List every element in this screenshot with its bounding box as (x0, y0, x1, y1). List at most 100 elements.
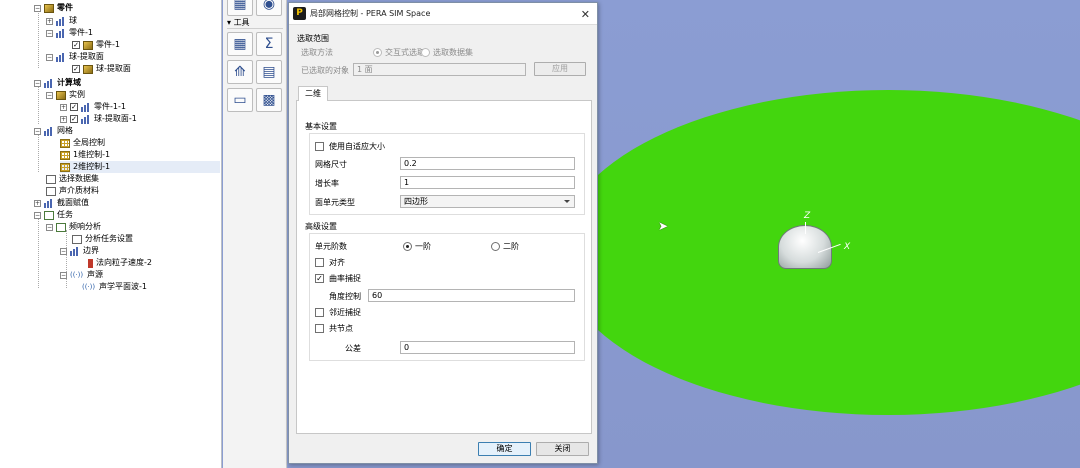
tree-item-parts[interactable]: − 零件 (34, 2, 73, 14)
sound-wave-icon: ((·)) (82, 282, 96, 291)
mesh-size-input[interactable]: 0.2 (400, 157, 575, 170)
growth-rate-label: 增长率 (315, 179, 339, 188)
tool-button-ruler[interactable]: ▤ (256, 60, 282, 84)
z-axis-label: Z (804, 211, 811, 221)
tree-item-sphere-face[interactable]: − 球-提取面 (46, 51, 104, 63)
tool-panel: ▦ ◉ ▾ 工具 ▦ Σ ⟰ ▤ ▭ ▩ (223, 0, 287, 468)
visibility-checkbox[interactable]: ✓ (70, 115, 78, 123)
collapse-toggle-icon[interactable]: − (46, 223, 53, 231)
tool-panel-title: ▾ 工具 (227, 16, 283, 29)
tree-item-label: 计算域 (57, 78, 81, 87)
close-button[interactable]: 关闭 (536, 442, 589, 456)
tool-button-grid[interactable]: ▦ (227, 32, 253, 56)
tree-item-instance-part[interactable]: + ✓ 零件-1-1 (60, 101, 126, 113)
close-icon[interactable]: ✕ (581, 8, 590, 21)
symmetry-checkbox[interactable] (315, 258, 324, 267)
mesh-icon (44, 126, 54, 136)
tree-item-sound-source[interactable]: − ((·)) 声源 (60, 269, 103, 281)
dialog-title: 局部网格控制 - PERA SIM Space (310, 9, 431, 18)
tolerance-input[interactable]: 0 (400, 341, 575, 354)
tree-item-instance-face[interactable]: + ✓ 球-提取面-1 (60, 113, 137, 125)
tree-item-instances[interactable]: − 实例 (46, 89, 85, 101)
proximity-checkbox[interactable] (315, 308, 324, 317)
tree-item-dataset[interactable]: 选择数据集 (46, 173, 99, 185)
part-body-icon (83, 40, 93, 50)
tree-item-sphere[interactable]: + 球 (46, 15, 77, 27)
tree-item-tasks[interactable]: − 任务 (34, 209, 73, 221)
advanced-settings-label: 高级设置 (305, 222, 337, 231)
tool-button-transform[interactable]: ⟰ (227, 60, 253, 84)
collapse-toggle-icon[interactable]: − (60, 271, 67, 279)
part-icon (56, 16, 66, 26)
collapse-toggle-icon[interactable]: − (34, 79, 41, 87)
tree-item-analysis-settings[interactable]: 分析任务设置 (72, 233, 133, 245)
second-order-label: 二阶 (503, 242, 519, 251)
collapse-toggle-icon[interactable]: − (34, 211, 41, 219)
tree-item-1d-control[interactable]: 1维控制-1 (60, 149, 110, 161)
collapse-toggle-icon[interactable]: − (46, 29, 53, 37)
collapse-toggle-icon[interactable]: − (34, 127, 41, 135)
tree-item-normal-velocity[interactable]: 法向粒子速度-2 (88, 257, 152, 269)
dataset-selection-radio[interactable] (421, 48, 430, 57)
tree-item-sphere-face-child[interactable]: ✓ 球-提取面 (72, 63, 131, 75)
grid-dots-icon: ▩ (262, 92, 276, 108)
tree-item-2d-control[interactable]: 2维控制-1 (60, 161, 220, 173)
tab-2d[interactable]: 二维 (298, 86, 328, 101)
expand-toggle-icon[interactable]: + (46, 17, 53, 25)
section-icon (44, 198, 54, 208)
mesh-2d-icon (60, 162, 70, 172)
element-type-label: 面单元类型 (315, 198, 355, 207)
tree-item-mesh[interactable]: − 网格 (34, 125, 73, 137)
first-order-label: 一阶 (415, 242, 431, 251)
part-icon (56, 28, 66, 38)
tree-item-label: 实例 (69, 90, 85, 99)
selection-method-label: 选取方法 (301, 48, 333, 57)
tree-item-global-control[interactable]: 全局控制 (60, 137, 105, 149)
interactive-selection-label: 交互式选取 (385, 48, 425, 57)
second-order-radio[interactable] (491, 242, 500, 251)
visibility-checkbox[interactable]: ✓ (72, 65, 80, 73)
tree-item-frequency-analysis[interactable]: − 频响分析 (46, 221, 101, 233)
angle-control-input[interactable]: 60 (368, 289, 575, 302)
tree-item-part-1-child[interactable]: ✓ 零件-1 (72, 39, 120, 51)
growth-rate-input[interactable]: 1 (400, 176, 575, 189)
tree-item-label: 零件-1 (96, 40, 120, 49)
tree-item-domain[interactable]: − 计算域 (34, 77, 81, 89)
tool-button-table[interactable]: ▭ (227, 88, 253, 112)
x-axis-label: X (844, 242, 851, 252)
tool-button-mesh-grid[interactable]: ▦ (227, 0, 253, 16)
collapse-toggle-icon[interactable]: − (46, 91, 53, 99)
curvature-checkbox[interactable]: ✓ (315, 274, 324, 283)
interactive-selection-radio[interactable] (373, 48, 382, 57)
task-icon (44, 210, 54, 220)
visibility-checkbox[interactable]: ✓ (72, 41, 80, 49)
apply-button[interactable]: 应用 (534, 62, 586, 76)
collapse-toggle-icon[interactable]: − (60, 247, 67, 255)
expand-toggle-icon[interactable]: + (60, 103, 67, 111)
dialog-titlebar[interactable]: P 局部网格控制 - PERA SIM Space ✕ (289, 3, 597, 25)
proximity-label: 邻近捕捉 (329, 308, 361, 317)
tree-item-label: 球 (69, 16, 77, 25)
first-order-radio[interactable] (403, 242, 412, 251)
tree-item-boundary[interactable]: − 边界 (60, 245, 99, 257)
tool-button-sigma[interactable]: Σ (256, 32, 282, 56)
shared-nodes-checkbox[interactable] (315, 324, 324, 333)
tree-item-plane-wave[interactable]: ((·)) 声学平面波-1 (82, 281, 147, 293)
ok-button[interactable]: 确定 (478, 442, 531, 456)
tree-item-label: 零件-1-1 (94, 102, 126, 111)
tree-item-section[interactable]: + 截面赋值 (34, 197, 89, 209)
expand-toggle-icon[interactable]: + (34, 199, 41, 207)
tree-item-label: 球-提取面 (96, 64, 131, 73)
tree-item-part-1[interactable]: − 零件-1 (46, 27, 93, 39)
tool-button-top[interactable]: ◉ (256, 0, 282, 16)
collapse-toggle-icon[interactable]: − (34, 4, 41, 12)
mesh-1d-icon (60, 150, 70, 160)
adaptive-size-checkbox[interactable] (315, 142, 324, 151)
tree-item-material[interactable]: 声介质材料 (46, 185, 99, 197)
element-type-select[interactable]: 四边形 (400, 195, 575, 208)
visibility-checkbox[interactable]: ✓ (70, 103, 78, 111)
expand-toggle-icon[interactable]: + (60, 115, 67, 123)
tool-button-grid-dots[interactable]: ▩ (256, 88, 282, 112)
collapse-toggle-icon[interactable]: − (46, 53, 53, 61)
selected-objects-label: 已选取的对象 (301, 66, 349, 75)
